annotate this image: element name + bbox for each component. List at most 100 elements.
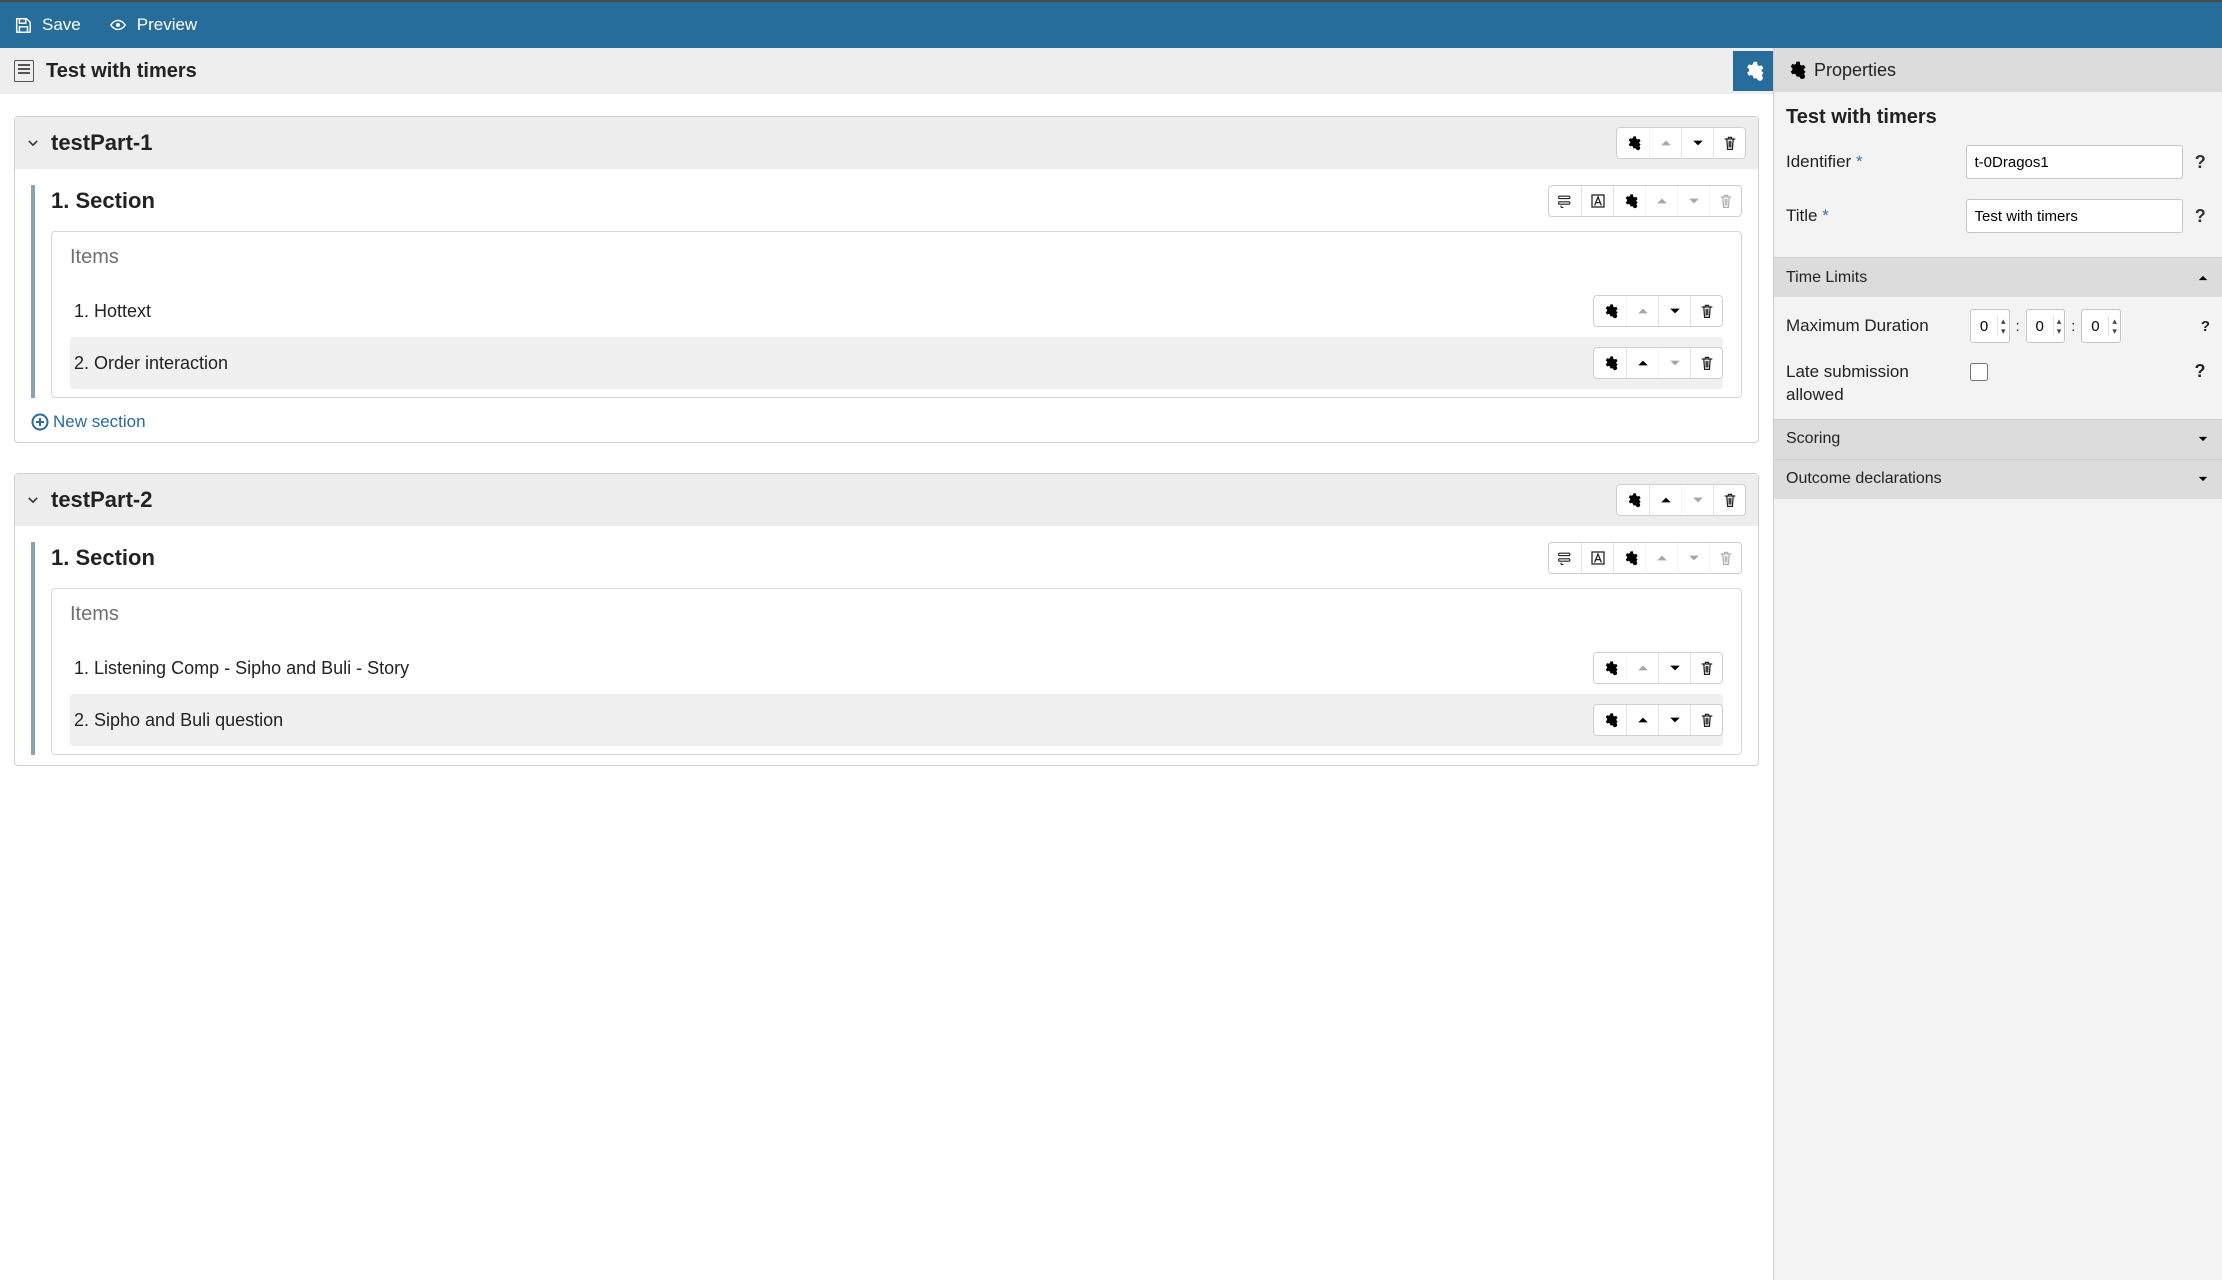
delete-button[interactable] xyxy=(1690,653,1722,683)
chevron-down-icon[interactable]: ▾ xyxy=(2057,326,2062,336)
testpart-header: testPart-1 xyxy=(15,117,1758,169)
move-down-button[interactable] xyxy=(1658,296,1690,326)
trash-icon xyxy=(1699,303,1715,319)
new-section-label: New section xyxy=(53,412,146,432)
section-header: 1. Section xyxy=(51,185,1742,217)
properties-panel: Properties Test with timers Identifier *… xyxy=(1774,48,2222,1280)
late-submission-label: Late submission allowed xyxy=(1786,361,1962,407)
rubric-button[interactable] xyxy=(1549,186,1581,216)
gear-icon xyxy=(1602,355,1618,371)
test-title-row: Test with timers xyxy=(0,48,1773,94)
item-row[interactable]: 2. Sipho and Buli question xyxy=(70,694,1723,746)
move-up-button[interactable] xyxy=(1626,705,1658,735)
chevron-down-icon xyxy=(2196,432,2210,446)
new-section-button[interactable]: New section xyxy=(31,412,1742,432)
section: 1. Section Items xyxy=(31,542,1742,755)
testpart-settings-button[interactable] xyxy=(1617,128,1649,158)
section-actions xyxy=(1548,185,1742,217)
testpart-body: 1. Section Items xyxy=(15,526,1758,765)
trash-icon xyxy=(1718,193,1734,209)
chevron-down-icon xyxy=(26,136,40,150)
minutes-spinner[interactable]: ▴▾ xyxy=(2026,309,2066,343)
help-button[interactable]: ? xyxy=(2201,318,2210,335)
save-label: Save xyxy=(42,15,81,35)
text-button[interactable] xyxy=(1581,543,1613,573)
section-settings-button[interactable] xyxy=(1613,543,1645,573)
item-settings-button[interactable] xyxy=(1594,296,1626,326)
chevron-down-icon[interactable]: ▾ xyxy=(2001,326,2006,336)
delete-button[interactable] xyxy=(1713,128,1745,158)
move-down-button xyxy=(1658,348,1690,378)
test-properties-button[interactable] xyxy=(1733,51,1773,91)
gear-icon xyxy=(1625,135,1641,151)
items-box: Items 1. Hottext xyxy=(51,231,1742,398)
seconds-input[interactable] xyxy=(2082,318,2108,335)
hours-input[interactable] xyxy=(1971,318,1997,335)
testpart: testPart-2 1. Section xyxy=(14,473,1759,766)
chevron-up-icon xyxy=(1635,355,1651,371)
collapse-toggle[interactable] xyxy=(23,490,43,510)
chevron-up-icon[interactable]: ▴ xyxy=(2057,316,2062,326)
move-down-button[interactable] xyxy=(1658,653,1690,683)
items-heading: Items xyxy=(70,603,1723,626)
item-label: 2. Sipho and Buli question xyxy=(70,710,283,731)
preview-button[interactable]: Preview xyxy=(109,15,197,35)
required-indicator: * xyxy=(1822,206,1829,225)
chevron-down-icon xyxy=(1686,193,1702,209)
testpart: testPart-1 xyxy=(14,116,1759,443)
chevron-up-icon[interactable]: ▴ xyxy=(2001,316,2006,326)
delete-button[interactable] xyxy=(1690,348,1722,378)
section-settings-button[interactable] xyxy=(1613,186,1645,216)
item-settings-button[interactable] xyxy=(1594,705,1626,735)
chevron-down-icon xyxy=(1667,355,1683,371)
item-row[interactable]: 1. Hottext xyxy=(70,285,1723,337)
move-up-button xyxy=(1645,543,1677,573)
collapse-toggle[interactable] xyxy=(23,133,43,153)
title-label: Title * xyxy=(1786,206,1958,226)
properties-heading: Test with timers xyxy=(1786,106,2210,129)
item-row[interactable]: 1. Listening Comp - Sipho and Buli - Sto… xyxy=(70,642,1723,694)
move-up-button[interactable] xyxy=(1649,485,1681,515)
text-button[interactable] xyxy=(1581,186,1613,216)
item-row[interactable]: 2. Order interaction xyxy=(70,337,1723,389)
duration-group: ▴▾ : ▴▾ : ▴▾ xyxy=(1970,309,2121,343)
testpart-header: testPart-2 xyxy=(15,474,1758,526)
move-up-button[interactable] xyxy=(1626,348,1658,378)
testpart-settings-button[interactable] xyxy=(1617,485,1649,515)
help-button[interactable]: ? xyxy=(2191,206,2210,227)
time-limits-header[interactable]: Time Limits xyxy=(1774,257,2222,297)
delete-button[interactable] xyxy=(1690,705,1722,735)
item-settings-button[interactable] xyxy=(1594,653,1626,683)
help-button[interactable]: ? xyxy=(2191,152,2210,173)
section: 1. Section xyxy=(31,185,1742,398)
chevron-down-icon xyxy=(1690,135,1706,151)
help-button[interactable]: ? xyxy=(2190,361,2210,382)
chevron-up-icon[interactable]: ▴ xyxy=(2112,316,2117,326)
hours-spinner[interactable]: ▴▾ xyxy=(1970,309,2010,343)
delete-button[interactable] xyxy=(1690,296,1722,326)
move-up-button xyxy=(1645,186,1677,216)
save-button[interactable]: Save xyxy=(14,15,81,35)
testpart-actions xyxy=(1616,484,1746,516)
move-down-button[interactable] xyxy=(1681,128,1713,158)
rubric-button[interactable] xyxy=(1549,543,1581,573)
delete-button[interactable] xyxy=(1713,485,1745,515)
title-input[interactable] xyxy=(1966,199,2183,233)
minutes-input[interactable] xyxy=(2027,318,2053,335)
outcome-header[interactable]: Outcome declarations xyxy=(1774,459,2222,499)
seconds-spinner[interactable]: ▴▾ xyxy=(2081,309,2121,343)
chevron-down-icon[interactable]: ▾ xyxy=(2112,326,2117,336)
item-settings-button[interactable] xyxy=(1594,348,1626,378)
item-actions xyxy=(1593,652,1723,684)
move-down-button[interactable] xyxy=(1658,705,1690,735)
late-submission-checkbox[interactable] xyxy=(1970,363,1988,381)
item-label: 1. Hottext xyxy=(70,301,151,322)
items-box: Items 1. Listening Comp - Sipho and Buli… xyxy=(51,588,1742,755)
delete-button xyxy=(1709,186,1741,216)
section-title: 1. Section xyxy=(51,545,155,571)
max-duration-row: Maximum Duration ▴▾ : ▴▾ : ▴▾ xyxy=(1786,309,2210,343)
identifier-input[interactable] xyxy=(1966,145,2183,179)
move-up-button xyxy=(1626,296,1658,326)
scoring-header[interactable]: Scoring xyxy=(1774,419,2222,459)
separator: : xyxy=(2016,318,2020,335)
